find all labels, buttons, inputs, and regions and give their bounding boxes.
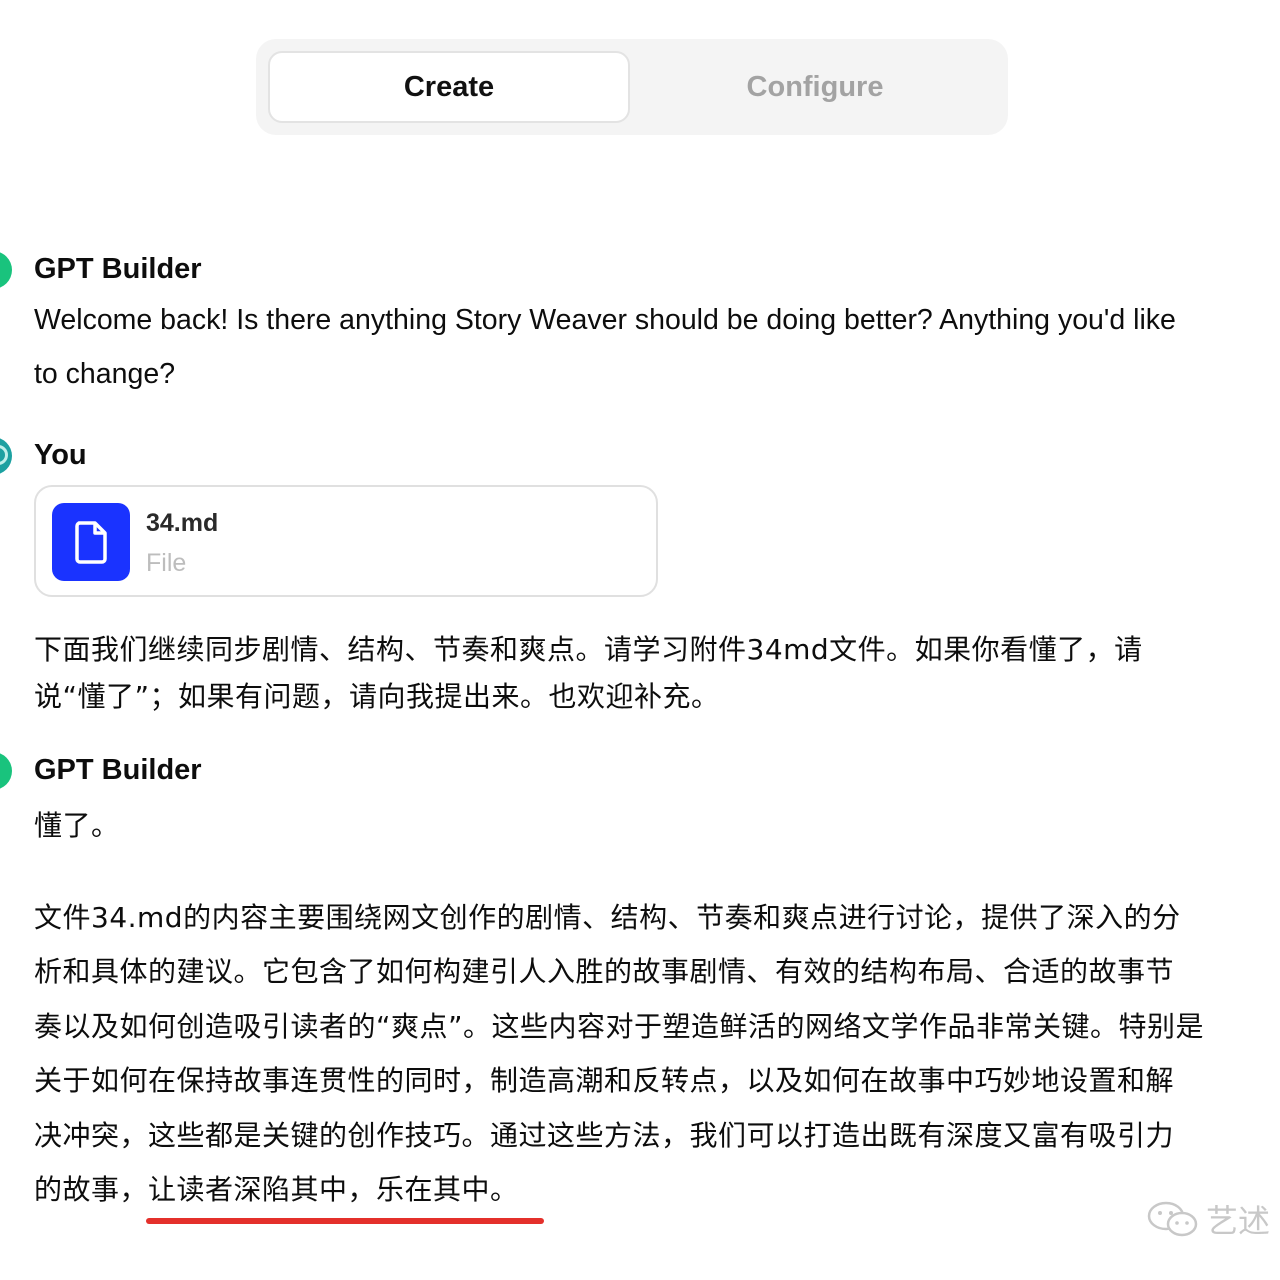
tab-configure[interactable]: Configure bbox=[634, 51, 996, 123]
file-name: 34.md bbox=[146, 509, 219, 537]
highlight-underline bbox=[146, 1218, 544, 1224]
file-attachment-card[interactable]: 34.md File bbox=[34, 485, 658, 597]
message-text-line: 下面我们继续同步剧情、结构、节奏和爽点。请学习附件34md文件。如果你看懂了，请 bbox=[34, 633, 1143, 666]
message-text-line: 奏以及如何创造吸引读者的“爽点”。这些内容对于塑造鲜活的网络文学作品非常关键。特… bbox=[34, 1010, 1205, 1043]
message-text-line: to change? bbox=[34, 358, 176, 390]
message-text-line: Welcome back! Is there anything Story We… bbox=[34, 304, 1176, 336]
message-author: GPT Builder bbox=[34, 754, 202, 786]
gpt-builder-avatar bbox=[0, 752, 12, 790]
file-icon bbox=[52, 503, 130, 581]
mode-tab-switch: Create Configure bbox=[256, 39, 1008, 135]
message-text-line: 决冲突，这些都是关键的创作技巧。通过这些方法，我们可以打造出既有深度又富有吸引力 bbox=[34, 1119, 1175, 1152]
message-author: You bbox=[34, 439, 87, 471]
message-text-line: 析和具体的建议。它包含了如何构建引人入胜的故事剧情、有效的结构布局、合适的故事节 bbox=[34, 955, 1175, 988]
watermark-text: 艺述 bbox=[1206, 1202, 1271, 1240]
message-text-line: 的故事，让读者深陷其中，乐在其中。 bbox=[34, 1173, 519, 1206]
message-text-line: 关于如何在保持故事连贯性的同时，制造高潮和反转点，以及如何在故事中巧妙地设置和解 bbox=[34, 1064, 1175, 1097]
file-type: File bbox=[146, 549, 187, 577]
tab-create[interactable]: Create bbox=[268, 51, 630, 123]
message-text-line: 文件34.md的内容主要围绕网文创作的剧情、结构、节奏和爽点进行讨论，提供了深入… bbox=[34, 901, 1181, 934]
message-text-line: 懂了。 bbox=[34, 809, 120, 842]
wechat-icon bbox=[1147, 1201, 1198, 1237]
gpt-builder-avatar bbox=[0, 251, 12, 289]
user-avatar bbox=[0, 437, 12, 475]
message-author: GPT Builder bbox=[34, 253, 202, 285]
chat-page: Create Configure GPT Builder Welcome bac… bbox=[0, 0, 1280, 1280]
message-text-line: 说“懂了”；如果有问题，请向我提出来。也欢迎补充。 bbox=[34, 680, 720, 713]
watermark: 艺述 bbox=[1146, 1196, 1270, 1242]
